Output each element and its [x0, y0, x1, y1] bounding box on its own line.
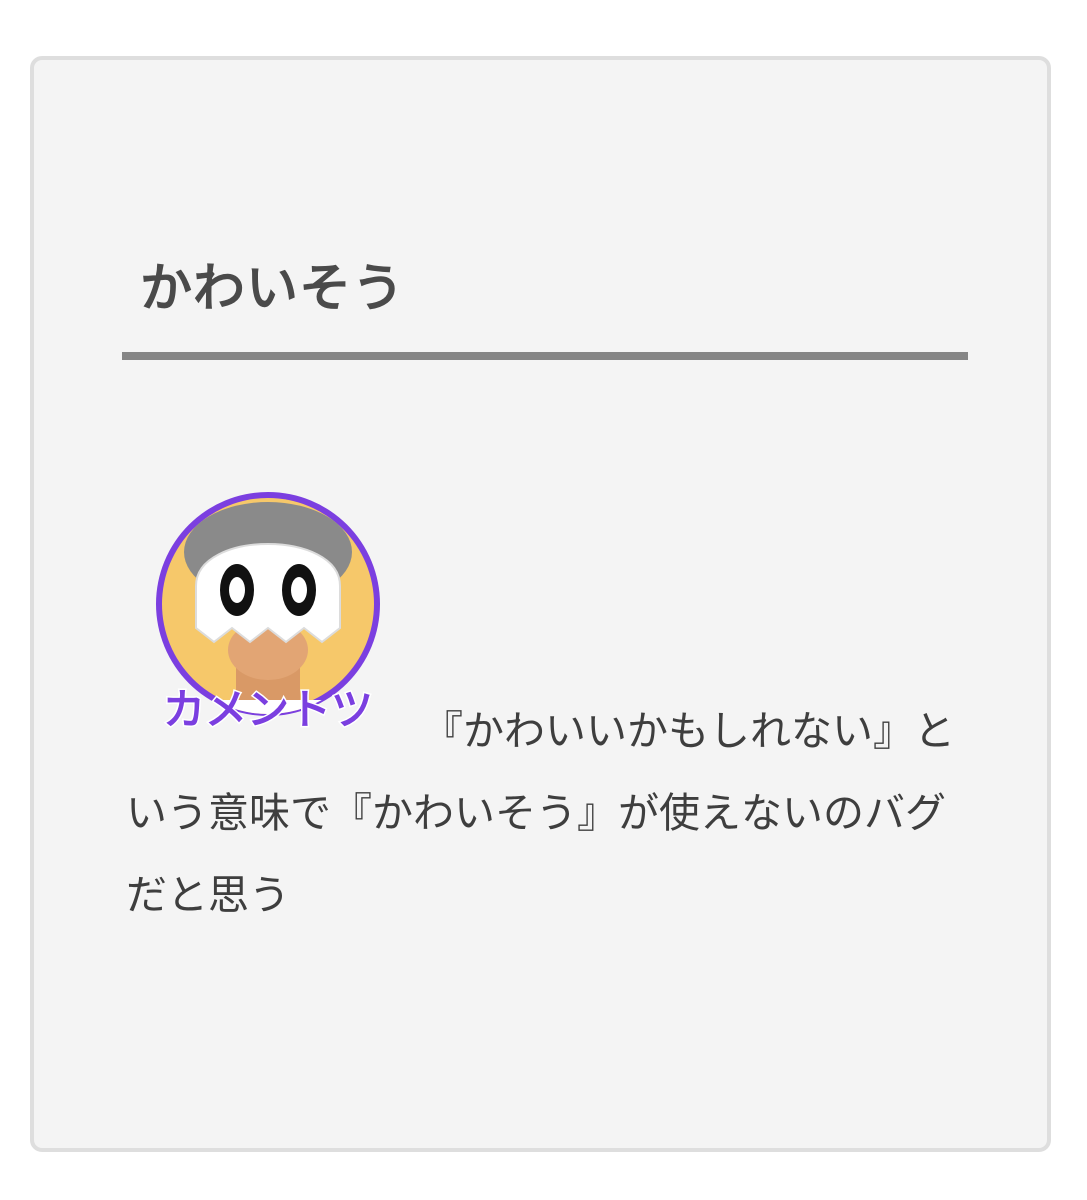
comment-body: 『かわいいかもしれない』という意味で『かわいそう』が使えないのバグだと思う	[126, 707, 955, 919]
avatar-spacer	[126, 744, 422, 745]
card-title: かわいそう	[140, 259, 406, 319]
comment-card: かわいそう カメントツ 『かわいいかもしれない』という意味で『かわいそう』が使え…	[30, 56, 1051, 1152]
title-divider	[122, 352, 968, 360]
comment-text: 『かわいいかもしれない』という意味で『かわいそう』が使えないのバグだと思う	[126, 690, 972, 936]
